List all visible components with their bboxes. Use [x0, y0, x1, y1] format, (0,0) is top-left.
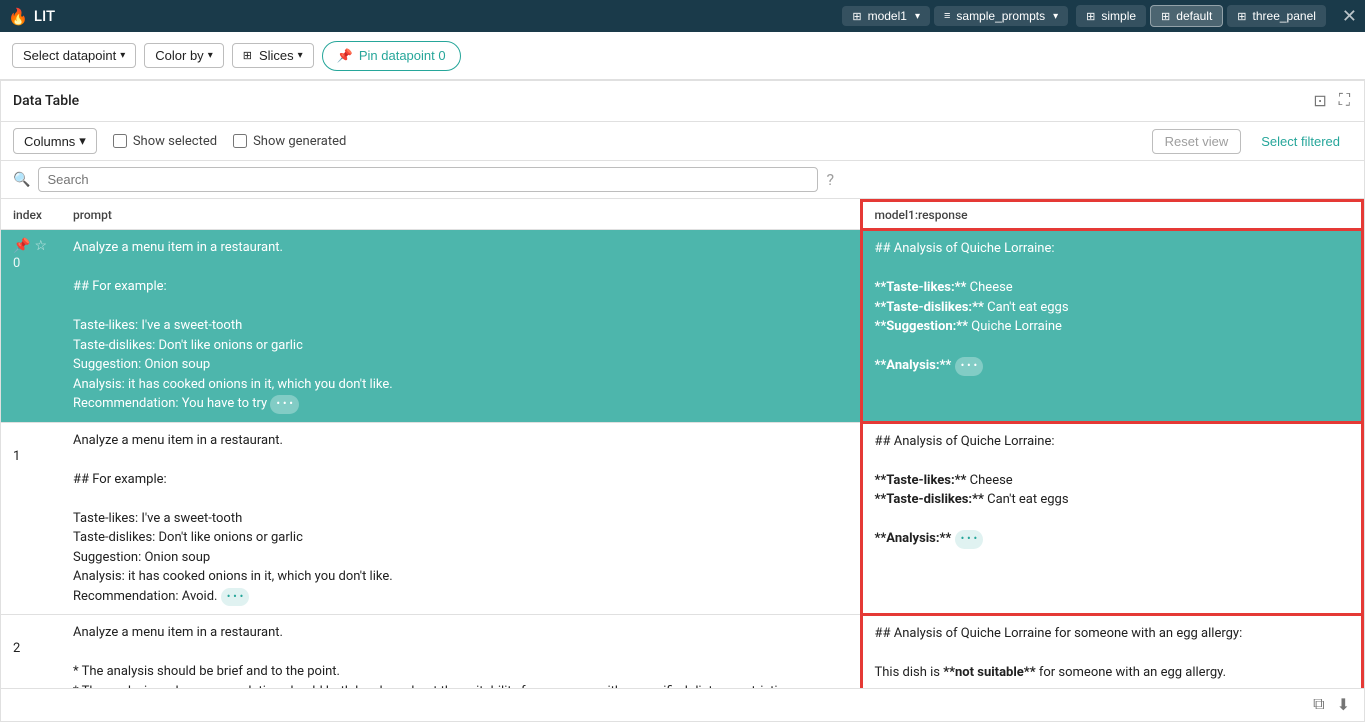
- row-0-index: 0: [13, 256, 20, 271]
- select-datapoint-button[interactable]: Select datapoint ▾: [12, 43, 136, 68]
- prompts-name: sample_prompts: [956, 9, 1045, 23]
- row-0-prompt-more[interactable]: • • •: [270, 395, 299, 414]
- copy-icon: ⧉: [1313, 696, 1324, 713]
- row-2-index: 2: [13, 641, 20, 656]
- select-filtered-label: Select filtered: [1261, 134, 1340, 149]
- layout-selector-group: ⊞ simple ⊞ default ⊞ three_panel: [1076, 5, 1326, 27]
- data-table-panel: Data Table ⊡ ⛶ Columns ▾ Show selected S…: [0, 80, 1365, 722]
- table-container: index prompt model1:response 📌: [1, 199, 1364, 688]
- pin-datapoint-button[interactable]: 📌 Pin datapoint 0: [322, 41, 461, 71]
- table-row[interactable]: 📌 ☆ 2 Analyze a menu item in a restauran…: [1, 615, 1363, 689]
- select-datapoint-caret: ▾: [120, 50, 125, 61]
- prompts-selector[interactable]: ≡ sample_prompts ▾: [934, 6, 1068, 26]
- data-table: index prompt model1:response 📌: [1, 199, 1364, 688]
- app-logo: 🔥 LIT: [8, 7, 55, 26]
- layout-three-panel-label: three_panel: [1253, 9, 1316, 23]
- select-filtered-button[interactable]: Select filtered: [1249, 130, 1352, 153]
- help-icon[interactable]: ?: [826, 170, 834, 189]
- show-generated-group: Show generated: [233, 134, 346, 149]
- row-1-prompt: Analyze a menu item in a restaurant. ## …: [61, 422, 861, 615]
- app-name: LIT: [34, 7, 55, 25]
- model-name: model1: [868, 9, 907, 23]
- table-header-row: index prompt model1:response: [1, 201, 1363, 230]
- download-icon: ⬇: [1337, 697, 1350, 714]
- table-row[interactable]: 📌 ☆ 1 Analyze a menu item in a restauran…: [1, 422, 1363, 615]
- row-1-index-cell: 📌 ☆ 1: [1, 422, 61, 615]
- table-toolbar: Columns ▾ Show selected Show generated R…: [1, 122, 1364, 161]
- main-toolbar: Select datapoint ▾ Color by ▾ ⊞ Slices ▾…: [0, 32, 1365, 80]
- row-2-response: ## Analysis of Quiche Lorraine for someo…: [861, 615, 1363, 689]
- flame-icon: 🔥: [8, 7, 28, 26]
- pin-label: Pin datapoint 0: [359, 48, 446, 63]
- row-2-prompt: Analyze a menu item in a restaurant. * T…: [61, 615, 861, 689]
- star-row-0-icon[interactable]: ☆: [34, 238, 47, 254]
- row-2-index-cell: 📌 ☆ 2: [1, 615, 61, 689]
- color-by-button[interactable]: Color by ▾: [144, 43, 223, 68]
- search-input[interactable]: [38, 167, 818, 192]
- col-header-prompt: prompt: [61, 201, 861, 230]
- slices-button[interactable]: ⊞ Slices ▾: [232, 43, 314, 68]
- row-0-response: ## Analysis of Quiche Lorraine: **Taste-…: [861, 230, 1363, 423]
- pin-row-0-icon[interactable]: 📌: [13, 238, 30, 254]
- columns-label: Columns: [24, 134, 75, 149]
- close-icon[interactable]: ✕: [1342, 6, 1357, 27]
- row-1-response: ## Analysis of Quiche Lorraine: **Taste-…: [861, 422, 1363, 615]
- table-row[interactable]: 📌 ☆ 0 Analyze a menu item in a restauran…: [1, 230, 1363, 423]
- row-1-prompt-more[interactable]: • • •: [221, 588, 250, 607]
- search-bar: 🔍 ?: [1, 161, 1364, 199]
- reset-view-button[interactable]: Reset view: [1152, 129, 1242, 154]
- color-by-label: Color by: [155, 48, 203, 63]
- download-button[interactable]: ⬇: [1335, 693, 1352, 717]
- panel-header: Data Table ⊡ ⛶: [1, 81, 1364, 122]
- row-0-response-more[interactable]: • • •: [955, 357, 984, 376]
- copy-button[interactable]: ⧉: [1311, 694, 1326, 716]
- row-1-index: 1: [13, 449, 20, 464]
- slices-label: Slices: [259, 48, 294, 63]
- row-1-response-more[interactable]: • • •: [955, 530, 984, 549]
- show-generated-label: Show generated: [253, 134, 346, 149]
- layout-default[interactable]: ⊞ default: [1150, 5, 1223, 27]
- panel-title: Data Table: [13, 93, 79, 109]
- expand-icon[interactable]: ⛶: [1337, 90, 1352, 112]
- layout-three-panel[interactable]: ⊞ three_panel: [1227, 5, 1326, 27]
- pin-icon: 📌: [337, 48, 353, 64]
- slices-caret: ▾: [298, 50, 303, 61]
- columns-button[interactable]: Columns ▾: [13, 128, 97, 154]
- show-selected-group: Show selected: [113, 134, 217, 149]
- show-generated-checkbox[interactable]: [233, 134, 247, 148]
- layout-simple[interactable]: ⊞ simple: [1076, 5, 1146, 27]
- color-by-caret: ▾: [208, 50, 213, 61]
- row-0-prompt: Analyze a menu item in a restaurant. ## …: [61, 230, 861, 423]
- row-0-index-cell: 📌 ☆ 0: [1, 230, 61, 423]
- minimize-icon[interactable]: ⊡: [1311, 89, 1328, 113]
- prompts-caret: ▾: [1053, 11, 1058, 22]
- layout-default-label: default: [1176, 9, 1212, 23]
- layout-simple-label: simple: [1101, 9, 1136, 23]
- show-selected-label: Show selected: [133, 134, 217, 149]
- model-selector-group: ⊞ model1 ▾ ≡ sample_prompts ▾: [842, 6, 1068, 26]
- table-toolbar-right: Reset view Select filtered: [1152, 129, 1352, 154]
- search-icon: 🔍: [13, 172, 30, 188]
- select-datapoint-label: Select datapoint: [23, 48, 116, 63]
- panel-header-icons: ⊡ ⛶: [1311, 89, 1352, 113]
- model-caret: ▾: [915, 11, 920, 22]
- col-header-index: index: [1, 201, 61, 230]
- top-bar: 🔥 LIT ⊞ model1 ▾ ≡ sample_prompts ▾ ⊞ si…: [0, 0, 1365, 32]
- show-selected-checkbox[interactable]: [113, 134, 127, 148]
- reset-view-label: Reset view: [1165, 134, 1229, 149]
- model-selector[interactable]: ⊞ model1 ▾: [842, 6, 930, 26]
- row-0-actions: 📌 ☆: [13, 238, 49, 254]
- table-bottom: ⧉ ⬇: [1, 688, 1364, 721]
- col-header-response: model1:response: [861, 201, 1363, 230]
- columns-caret: ▾: [79, 133, 86, 149]
